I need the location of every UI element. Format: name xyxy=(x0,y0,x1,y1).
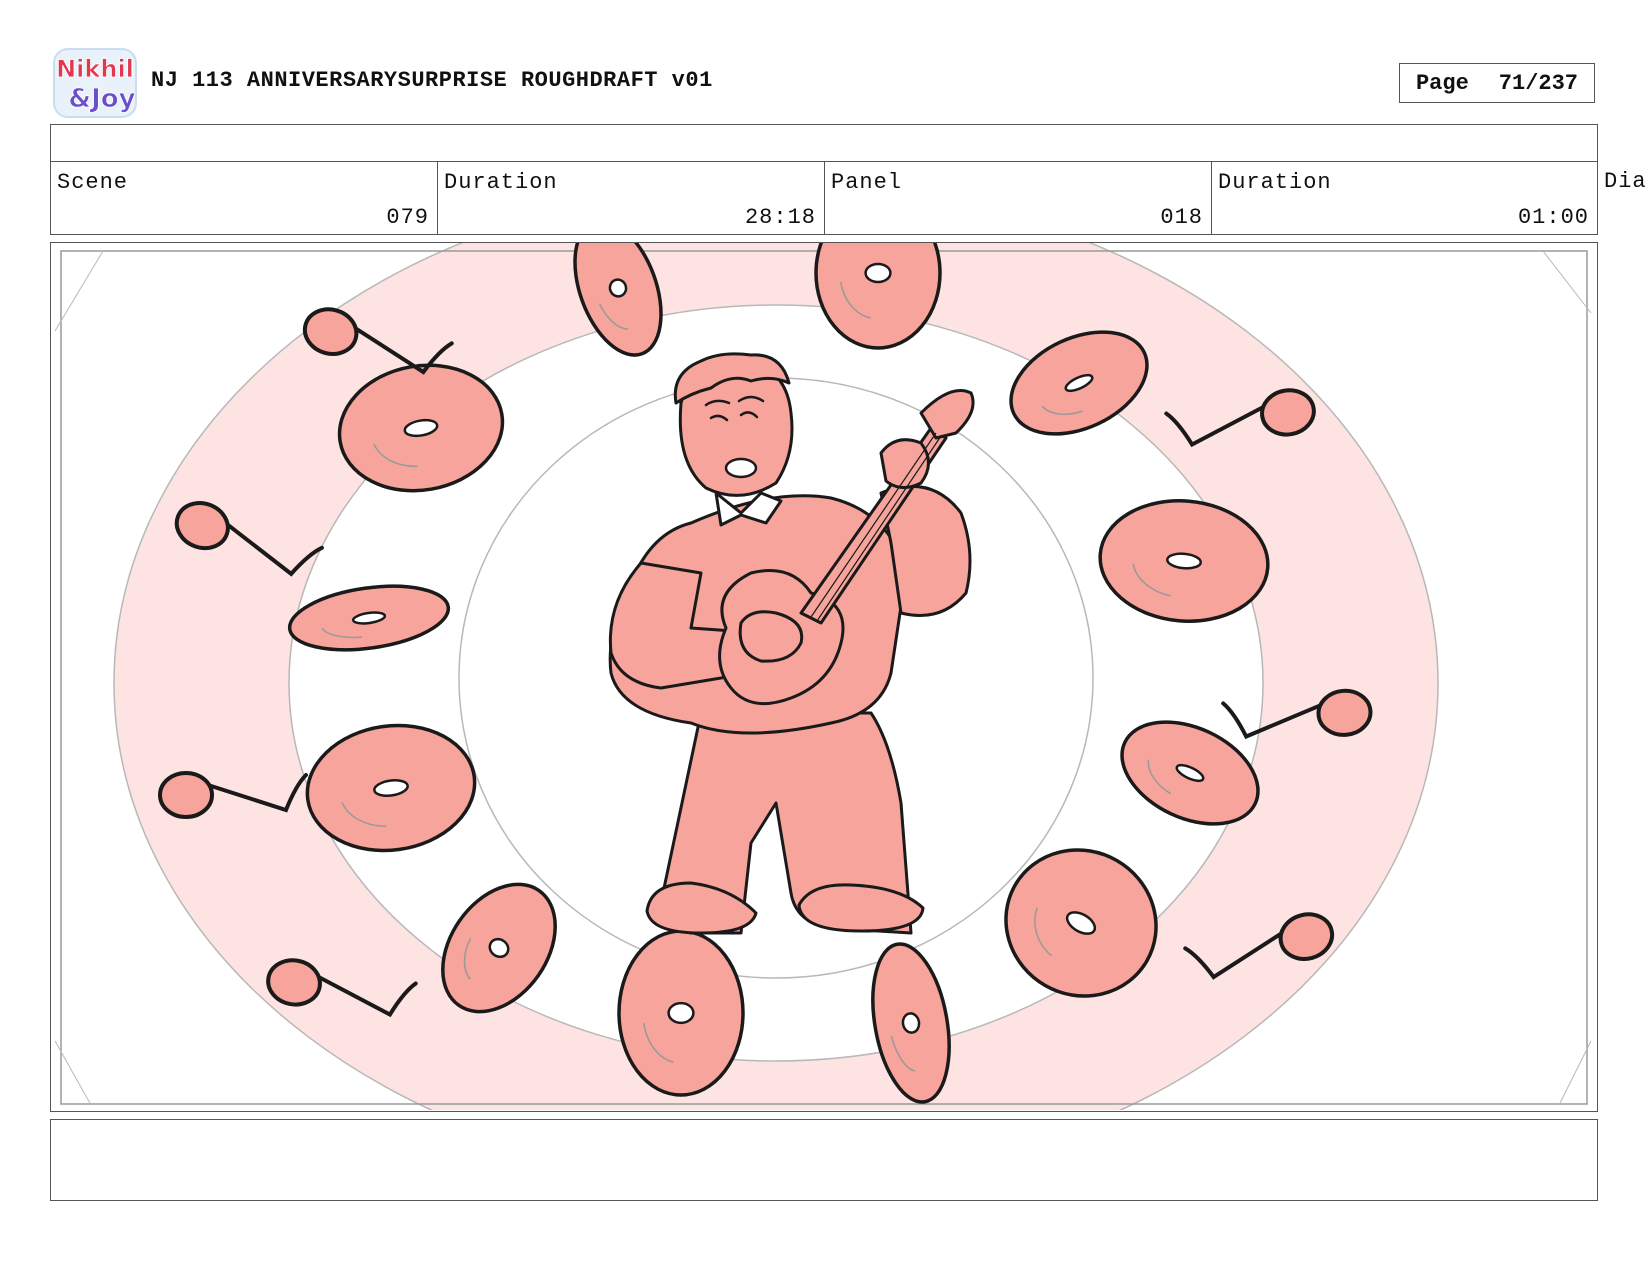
panel-cell: Panel 018 xyxy=(825,162,1212,234)
scene-duration-cell: Duration 28:18 xyxy=(438,162,825,234)
panel-notes-area xyxy=(50,1119,1598,1201)
scene-label: Scene xyxy=(57,170,129,195)
storyboard-drawing xyxy=(54,243,1592,1110)
scene-duration-value: 28:18 xyxy=(744,205,816,230)
panel-label: Panel xyxy=(831,170,903,195)
storyboard-panel xyxy=(50,242,1598,1112)
strumming-hand xyxy=(738,610,804,663)
show-logo: Nikhil &Joy xyxy=(52,47,138,119)
panel-value: 018 xyxy=(1160,205,1203,230)
page-number: 71/237 xyxy=(1498,70,1579,96)
panel-duration-label: Duration xyxy=(1218,170,1332,195)
metadata-row: Scene 079 Duration 28:18 Panel 018 Durat… xyxy=(50,161,1598,235)
document-title: NJ 113 ANNIVERSARYSURPRISE ROUGHDRAFT v0… xyxy=(151,68,713,93)
svg-text:Nikhil: Nikhil xyxy=(56,55,134,83)
scene-duration-label: Duration xyxy=(444,170,558,195)
page-indicator: Page 71/237 xyxy=(1399,63,1595,103)
fretting-hand xyxy=(879,438,930,489)
dialogue-label-truncated: Dia xyxy=(1604,169,1647,194)
scene-cell: Scene 079 xyxy=(51,162,438,234)
mouth xyxy=(724,457,758,479)
svg-text:&Joy: &Joy xyxy=(68,84,135,114)
header-blank-row xyxy=(50,124,1598,161)
panel-duration-value: 01:00 xyxy=(1517,205,1589,230)
vinyl-record xyxy=(617,929,745,1097)
page-label: Page xyxy=(1415,70,1469,96)
panel-duration-cell: Duration 01:00 xyxy=(1212,162,1597,234)
scene-value: 079 xyxy=(386,205,429,230)
